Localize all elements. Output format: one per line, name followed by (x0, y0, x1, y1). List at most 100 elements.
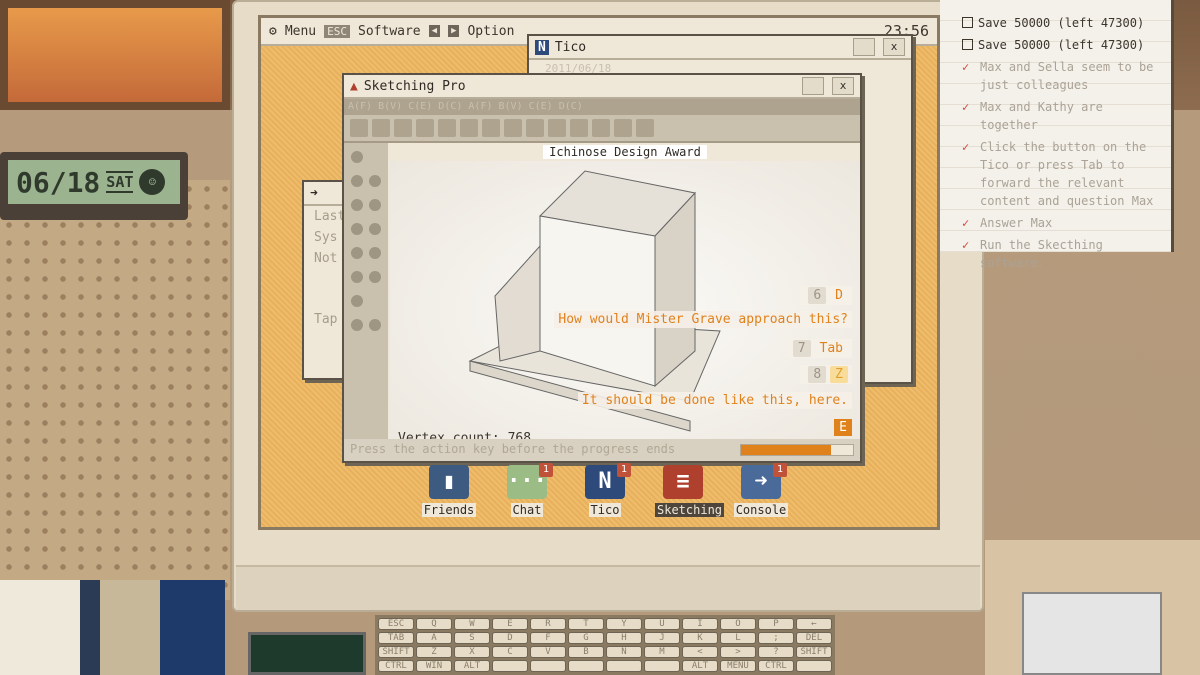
taskbar-app-console[interactable]: ➜ 1 Console (733, 463, 789, 525)
keyboard-key[interactable]: SHIFT (378, 646, 414, 658)
taskbar-app-friends[interactable]: ▮ Friends (421, 465, 477, 525)
dialogue-option-7[interactable]: 7 Tab (784, 339, 852, 358)
keyboard-key[interactable]: ; (758, 632, 794, 644)
dialogue-option-8[interactable]: 8Z (800, 365, 852, 384)
keyboard-key[interactable]: Y (606, 618, 642, 630)
keyboard-key[interactable]: TAB (378, 632, 414, 644)
keyboard-key[interactable]: SHIFT (796, 646, 832, 658)
cube-tool-icon[interactable] (350, 119, 368, 137)
keyboard-key[interactable]: C (492, 646, 528, 658)
keyboard-key[interactable]: R (530, 618, 566, 630)
keyboard-key[interactable]: ALT (454, 660, 490, 672)
cube-tool-icon[interactable] (394, 119, 412, 137)
keyboard-key[interactable]: ESC (378, 618, 414, 630)
cube-tool-icon[interactable] (526, 119, 544, 137)
keyboard-key[interactable]: V (530, 646, 566, 658)
keyboard-key[interactable]: K (682, 632, 718, 644)
tool-dot[interactable] (369, 175, 381, 187)
keyboard-key[interactable]: E (492, 618, 528, 630)
cube-tool-icon[interactable] (482, 119, 500, 137)
tool-dot[interactable] (351, 247, 363, 259)
keyboard-key[interactable] (644, 660, 680, 672)
software-button[interactable]: Software (358, 24, 421, 39)
keyboard-key[interactable]: DEL (796, 632, 832, 644)
arrow-right-icon[interactable]: ▶ (448, 25, 460, 37)
keyboard-key[interactable]: U (644, 618, 680, 630)
tool-dot[interactable] (369, 247, 381, 259)
keyboard-key[interactable]: B (568, 646, 604, 658)
taskbar-app-chat[interactable]: ··· 1 Chat (499, 463, 555, 525)
tool-dot[interactable] (351, 271, 363, 283)
taskbar-app-sketching[interactable]: ≡ Sketching (655, 465, 725, 525)
cube-tool-icon[interactable] (614, 119, 632, 137)
cube-tool-icon[interactable] (460, 119, 478, 137)
action-key-e[interactable]: E (834, 419, 852, 436)
gear-icon[interactable]: ⚙ (269, 24, 277, 39)
cube-tool-icon[interactable] (372, 119, 390, 137)
keyboard-key[interactable]: < (682, 646, 718, 658)
maximize-button[interactable] (802, 77, 824, 95)
tool-dot[interactable] (369, 319, 381, 331)
tool-dot[interactable] (351, 175, 363, 187)
option-button[interactable]: Option (467, 24, 514, 39)
keyboard-key[interactable] (492, 660, 528, 672)
menu-button[interactable]: Menu (285, 24, 316, 39)
keyboard-key[interactable]: M (644, 646, 680, 658)
sketch-canvas[interactable]: 6D How would Mister Grave approach this?… (390, 161, 860, 459)
tool-dot[interactable] (351, 199, 363, 211)
keyboard-key[interactable]: ← (796, 618, 832, 630)
keyboard-key[interactable]: WIN (416, 660, 452, 672)
keyboard-key[interactable]: N (606, 646, 642, 658)
keyboard-key[interactable]: J (644, 632, 680, 644)
keyboard-key[interactable]: > (720, 646, 756, 658)
keyboard-key[interactable]: G (568, 632, 604, 644)
tool-dot[interactable] (351, 151, 363, 163)
cube-tool-icon[interactable] (592, 119, 610, 137)
keyboard-key[interactable]: ALT (682, 660, 718, 672)
keyboard-key[interactable]: F (530, 632, 566, 644)
keyboard-key[interactable]: Q (416, 618, 452, 630)
maximize-button[interactable] (853, 38, 875, 56)
keyboard-key[interactable] (530, 660, 566, 672)
cube-tool-icon[interactable] (636, 119, 654, 137)
keyboard-key[interactable]: W (454, 618, 490, 630)
tool-dot[interactable] (369, 199, 381, 211)
keyboard-key[interactable]: O (720, 618, 756, 630)
tool-dot[interactable] (351, 295, 363, 307)
keyboard-key[interactable]: P (758, 618, 794, 630)
keyboard-key[interactable]: MENU (720, 660, 756, 672)
keyboard-key[interactable]: T (568, 618, 604, 630)
cube-tool-icon[interactable] (548, 119, 566, 137)
cube-tool-icon[interactable] (416, 119, 434, 137)
keyboard-key[interactable]: X (454, 646, 490, 658)
cube-tool-icon[interactable] (504, 119, 522, 137)
keyboard-key[interactable]: I (682, 618, 718, 630)
keyboard-key[interactable] (568, 660, 604, 672)
dialogue-option-text[interactable]: It should be done like this, here. (577, 392, 852, 409)
keyboard-key[interactable]: CTRL (378, 660, 414, 672)
keyboard-key[interactable] (796, 660, 832, 672)
keyboard-key[interactable]: D (492, 632, 528, 644)
sketching-pro-window[interactable]: ▲ Sketching Pro x A(F) B(V) C(E) D(C) A(… (342, 73, 862, 463)
keyboard-key[interactable]: Z (416, 646, 452, 658)
keyboard-key[interactable]: S (454, 632, 490, 644)
close-button[interactable]: x (832, 77, 854, 95)
dialogue-option-6[interactable]: 6D (800, 286, 852, 305)
keyboard-key[interactable]: H (606, 632, 642, 644)
keyboard-key[interactable]: CTRL (758, 660, 794, 672)
keyboard-key[interactable] (606, 660, 642, 672)
cube-tool-icon[interactable] (438, 119, 456, 137)
arrow-left-icon[interactable]: ◀ (428, 25, 441, 37)
tool-dot[interactable] (351, 223, 363, 235)
keyboard-key[interactable]: ? (758, 646, 794, 658)
taskbar-app-tico[interactable]: N 1 Tico (577, 463, 633, 525)
cube-tool-icon[interactable] (570, 119, 588, 137)
sketch-menu[interactable]: A(F) B(V) C(E) D(C) A(F) B(V) C(E) D(C) (344, 99, 860, 115)
keyboard-key[interactable]: L (720, 632, 756, 644)
keyboard-key[interactable]: A (416, 632, 452, 644)
tool-dot[interactable] (369, 223, 381, 235)
dialogue-option-text[interactable]: How would Mister Grave approach this? (554, 311, 852, 328)
tool-dot[interactable] (351, 319, 363, 331)
close-button[interactable]: x (883, 38, 905, 56)
tool-dot[interactable] (369, 271, 381, 283)
